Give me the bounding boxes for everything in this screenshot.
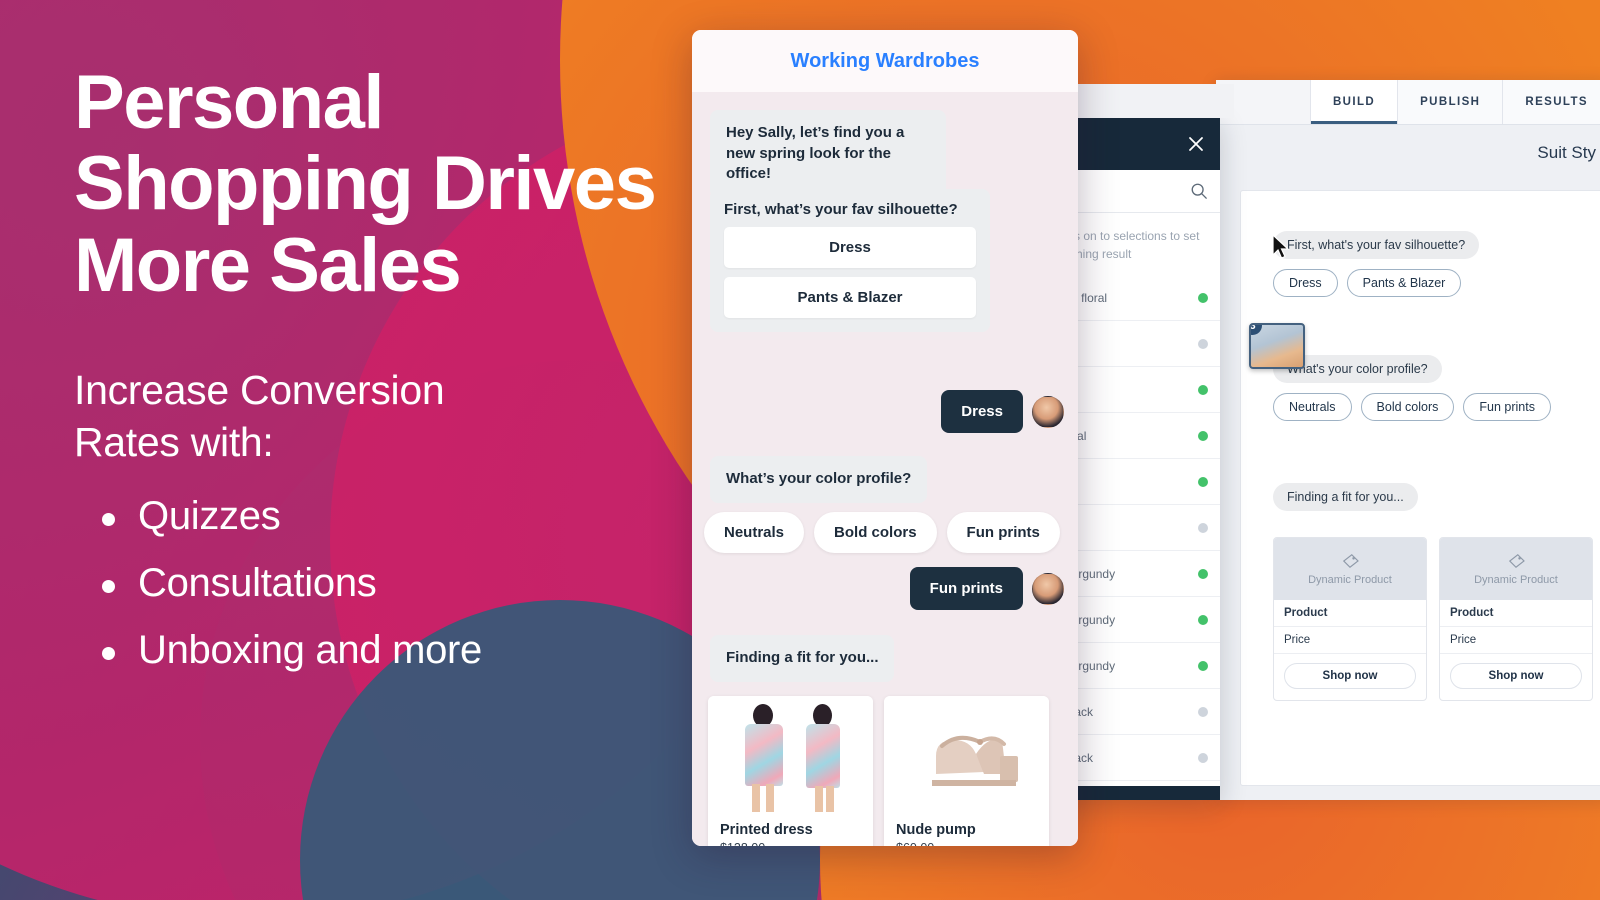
status-dot	[1198, 292, 1208, 303]
status-dot	[1198, 384, 1208, 395]
phone-header: Working Wardrobes	[692, 30, 1078, 92]
tag-icon	[1342, 553, 1359, 568]
marketing-copy: Personal Shopping Drives More Sales Incr…	[74, 62, 674, 684]
admin-page-header: Suit Sty	[1216, 125, 1600, 180]
subheadline: Increase Conversion Rates with:	[74, 364, 674, 469]
status-dot	[1198, 522, 1208, 533]
pill-bold-colors[interactable]: Bold colors	[814, 512, 937, 553]
subheadline-line-1: Increase Conversion	[74, 366, 445, 413]
dynamic-product-name-field: Product	[1274, 600, 1426, 627]
product-price: $128.00	[708, 838, 873, 846]
chat-message-user-fun-prints: Fun prints	[909, 567, 1064, 610]
product-card-printed-dress[interactable]: Printed dress $128.00 Add to cart	[708, 696, 873, 846]
dynamic-product-price-field: Price	[1440, 627, 1592, 654]
status-dot	[1198, 660, 1208, 671]
list-item: Quizzes	[102, 483, 674, 550]
preview-chips-1: Dress Pants & Blazer	[1273, 269, 1600, 297]
page-title: Suit Sty	[1537, 142, 1596, 162]
avatar	[1032, 572, 1064, 605]
preview-chips-2: Neutrals Bold colors Fun prints	[1273, 393, 1600, 421]
mouse-cursor-icon	[1272, 234, 1290, 259]
pill-neutrals[interactable]: Neutrals	[704, 512, 805, 553]
bot-bubble: Hey Sally, let’s find you a new spring l…	[710, 110, 946, 199]
dynamic-product-name-field: Product	[1440, 600, 1592, 627]
brand-title: Working Wardrobes	[790, 49, 980, 72]
preview-question-3: Finding a fit for you...	[1273, 483, 1418, 511]
admin-app-window: BUILD PUBLISH RESULTS Suit Sty First, wh…	[1216, 80, 1600, 800]
preview-chip-bold-colors[interactable]: Bold colors	[1360, 393, 1455, 421]
shop-now-button[interactable]: Shop now	[1284, 663, 1416, 689]
tab-publish-label: PUBLISH	[1420, 96, 1481, 108]
quiz-preview-canvas[interactable]: First, what's your fav silhouette? Dress…	[1240, 190, 1600, 786]
chat-option-pills: Neutrals Bold colors Fun prints	[704, 512, 1060, 553]
status-dot	[1198, 338, 1208, 349]
subheadline-line-2: Rates with:	[74, 419, 274, 466]
dynamic-product-card[interactable]: Dynamic Product Product Price Shop now	[1273, 537, 1427, 701]
preview-product-grid: Dynamic Product Product Price Shop now D…	[1241, 537, 1600, 701]
tab-results-label: RESULTS	[1525, 96, 1588, 108]
tab-results[interactable]: RESULTS	[1502, 80, 1600, 124]
feature-list: Quizzes Consultations Unboxing and more	[74, 483, 674, 685]
preview-chip-neutrals[interactable]: Neutrals	[1273, 393, 1352, 421]
preview-chip-fun-prints[interactable]: Fun prints	[1463, 393, 1551, 421]
tab-build[interactable]: BUILD	[1309, 80, 1398, 124]
option-button-pants-blazer[interactable]: Pants & Blazer	[724, 277, 976, 318]
dynamic-product-image-placeholder: Dynamic Product	[1440, 538, 1592, 600]
admin-tab-bar: BUILD PUBLISH RESULTS	[1216, 80, 1600, 125]
chat-conversation[interactable]: Hey Sally, let’s find you a new spring l…	[692, 92, 1078, 846]
product-recommendation-row: Printed dress $128.00 Add to cart	[708, 696, 1049, 846]
status-dot	[1198, 706, 1208, 717]
phone-mockup: Working Wardrobes Hey Sally, let’s find …	[692, 30, 1078, 846]
dynamic-product-card[interactable]: Dynamic Product Product Price Shop now	[1439, 537, 1593, 701]
product-image-printed-dress	[708, 696, 873, 814]
status-dot	[1198, 614, 1208, 625]
user-bubble: Dress	[941, 390, 1023, 433]
dynamic-product-label: Dynamic Product	[1474, 573, 1558, 586]
user-bubble: Fun prints	[909, 567, 1023, 610]
tab-publish[interactable]: PUBLISH	[1397, 80, 1503, 124]
chat-message-finding-fit: Finding a fit for you...	[710, 635, 895, 682]
preview-chip-dress[interactable]: Dress	[1273, 269, 1338, 297]
product-name: Printed dress	[720, 822, 813, 838]
shop-now-button[interactable]: Shop now	[1450, 663, 1582, 689]
bot-question-text: First, what’s your fav silhouette?	[724, 201, 958, 218]
tab-build-label: BUILD	[1332, 96, 1376, 108]
preview-chip-pants-blazer[interactable]: Pants & Blazer	[1346, 269, 1462, 297]
status-dot	[1198, 568, 1208, 579]
pill-fun-prints[interactable]: Fun prints	[946, 512, 1060, 553]
tag-icon	[1508, 553, 1525, 568]
close-icon[interactable]	[1186, 134, 1206, 154]
status-dot	[1198, 476, 1208, 487]
dynamic-product-label: Dynamic Product	[1308, 573, 1392, 586]
drag-count-badge: 3	[1251, 325, 1262, 335]
status-dot	[1198, 752, 1208, 763]
avatar	[1032, 395, 1064, 428]
status-dot	[1198, 430, 1208, 441]
search-icon	[1191, 183, 1207, 199]
chat-message-greeting: Hey Sally, let’s find you a new spring l…	[710, 110, 946, 199]
product-price: $60.00	[884, 838, 1049, 846]
product-image-nude-pump	[884, 696, 1049, 814]
product-name: Nude pump	[896, 822, 976, 838]
list-item: Consultations	[102, 550, 674, 617]
chat-message-silhouette-question: First, what’s your fav silhouette? Dress…	[710, 189, 990, 332]
option-button-dress[interactable]: Dress	[724, 227, 976, 268]
list-item: Unboxing and more	[102, 617, 674, 684]
bot-bubble: Finding a fit for you...	[710, 635, 895, 682]
dynamic-product-price-field: Price	[1274, 627, 1426, 654]
drag-preview-thumbnail[interactable]: 3	[1249, 323, 1305, 369]
product-card-nude-pump[interactable]: Nude pump $60.00 Add to cart	[884, 696, 1049, 846]
dynamic-product-image-placeholder: Dynamic Product	[1274, 538, 1426, 600]
preview-question-1: First, what's your fav silhouette?	[1273, 231, 1480, 259]
chat-message-color-question: What’s your color profile?	[710, 456, 928, 503]
headline: Personal Shopping Drives More Sales	[74, 60, 657, 308]
bot-bubble: What’s your color profile?	[710, 456, 928, 503]
chat-message-user-dress: Dress	[941, 390, 1064, 433]
